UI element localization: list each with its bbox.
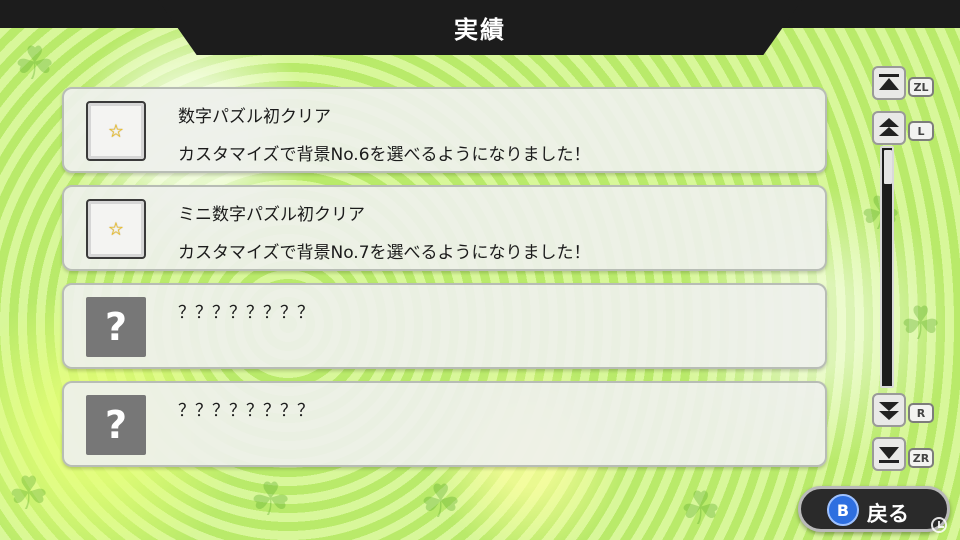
background-clover: ☘: [420, 474, 462, 528]
b-button-icon: B: [827, 494, 859, 526]
achievement-row-locked[interactable]: ? ？？？？？？？？: [62, 283, 827, 369]
back-button[interactable]: B 戻る: [798, 486, 950, 532]
zr-key-badge: ZR: [908, 448, 934, 468]
achievement-description: カスタマイズで背景No.6を選べるようになりました！: [178, 145, 591, 165]
page-title: 実績: [454, 16, 506, 44]
achievement-icon-frame: ☆: [86, 199, 146, 259]
double-chevron-up-icon: [879, 118, 899, 136]
achievement-title: ミニ数字パズル初クリア: [178, 205, 365, 225]
question-mark-icon: ?: [86, 297, 146, 357]
star-icon: ☆: [107, 218, 125, 240]
scroll-to-top-button[interactable]: [872, 66, 906, 100]
zl-key-badge: ZL: [908, 77, 934, 97]
achievement-icon-frame: ☆: [86, 101, 146, 161]
star-icon: ☆: [107, 120, 125, 142]
watermark-logo-icon: [931, 517, 947, 533]
achievement-row[interactable]: ☆ 数字パズル初クリア カスタマイズで背景No.6を選べるようになりました！: [62, 87, 827, 173]
background-clover: ☘: [900, 296, 942, 350]
scroll-to-top-icon: [879, 74, 899, 90]
scroll-to-bottom-icon: [879, 447, 899, 463]
l-key-badge: L: [908, 121, 934, 141]
page-down-button[interactable]: [872, 393, 906, 427]
achievement-row-locked[interactable]: ? ？？？？？？？？: [62, 381, 827, 467]
background-clover: ☘: [8, 466, 50, 520]
r-key-badge: R: [908, 403, 934, 423]
page-up-button[interactable]: [872, 111, 906, 145]
achievement-description: カスタマイズで背景No.7を選べるようになりました！: [178, 243, 591, 263]
back-button-label: 戻る: [867, 502, 909, 526]
achievement-title: ？？？？？？？？: [178, 303, 314, 323]
question-mark-icon: ?: [86, 395, 146, 455]
achievement-row[interactable]: ☆ ミニ数字パズル初クリア カスタマイズで背景No.7を選べるようになりました！: [62, 185, 827, 271]
scrollbar-thumb[interactable]: [884, 150, 892, 184]
background-clover: ☘: [250, 472, 292, 526]
achievement-title: 数字パズル初クリア: [178, 107, 331, 127]
scroll-to-bottom-button[interactable]: [872, 437, 906, 471]
scrollbar-track[interactable]: [880, 146, 894, 388]
background-clover: ☘: [680, 481, 722, 535]
double-chevron-down-icon: [879, 402, 899, 420]
achievement-title: ？？？？？？？？: [178, 401, 314, 421]
background-clover: ☘: [14, 36, 56, 90]
